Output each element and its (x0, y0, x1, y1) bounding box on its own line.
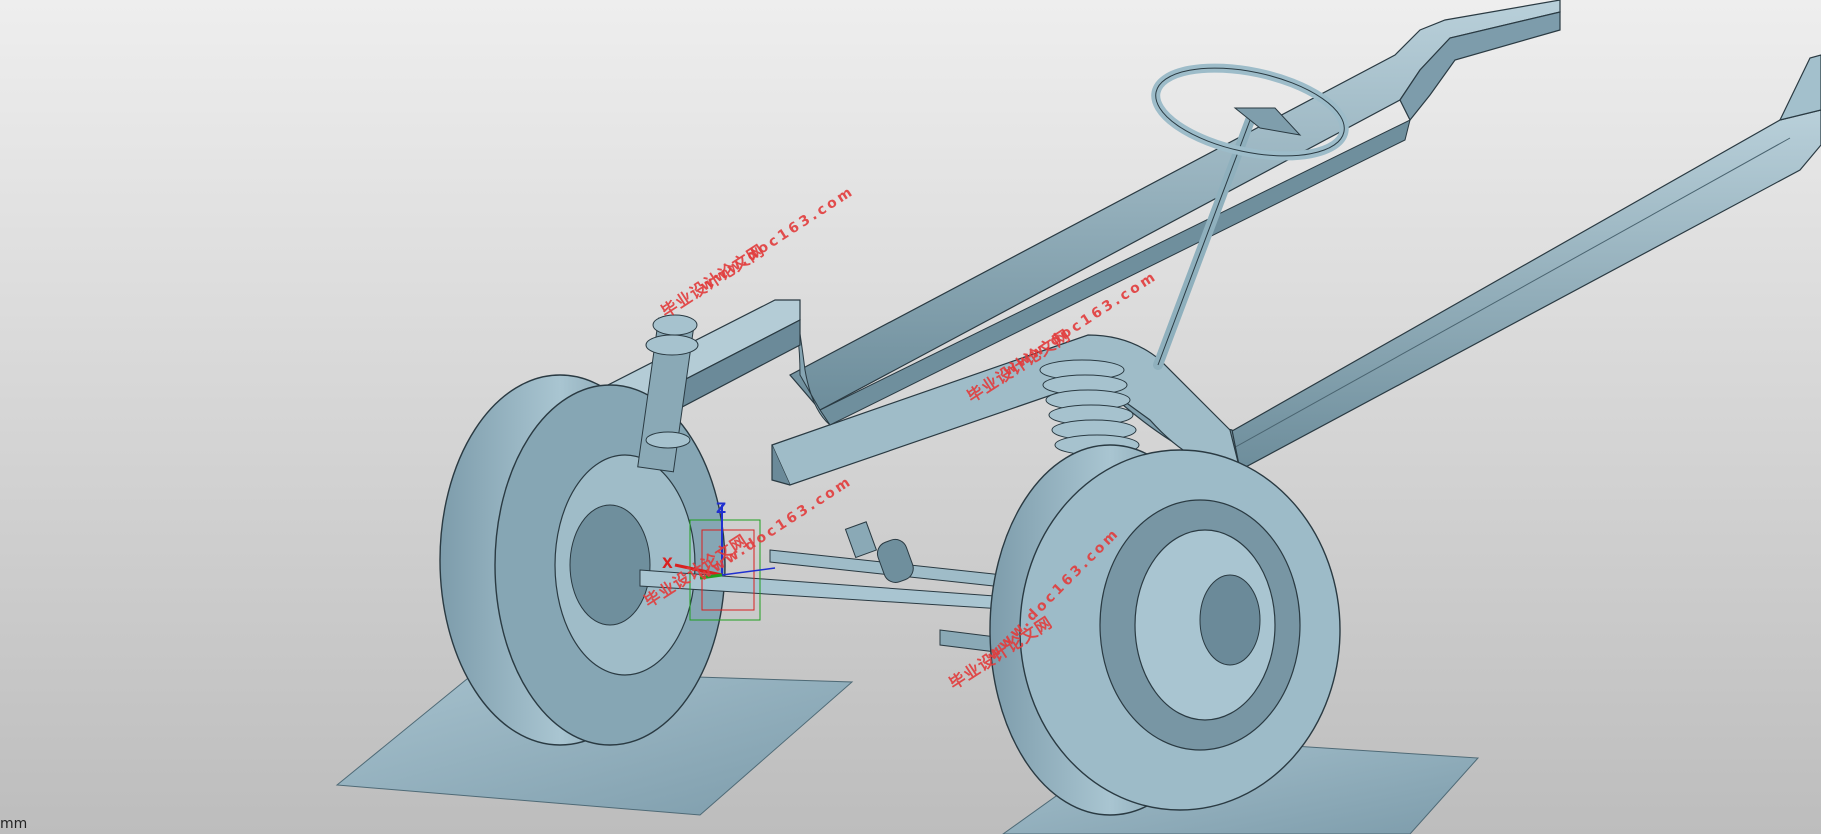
left-wheel (439, 374, 726, 746)
cad-viewport[interactable]: Z X 毕业设计论文网 www.doc163.com 毕业设计论文网 www.d… (0, 0, 1821, 834)
3d-model-scene[interactable]: Z X (0, 0, 1821, 834)
units-label: mm (0, 816, 28, 832)
z-axis-label: Z (716, 501, 726, 517)
